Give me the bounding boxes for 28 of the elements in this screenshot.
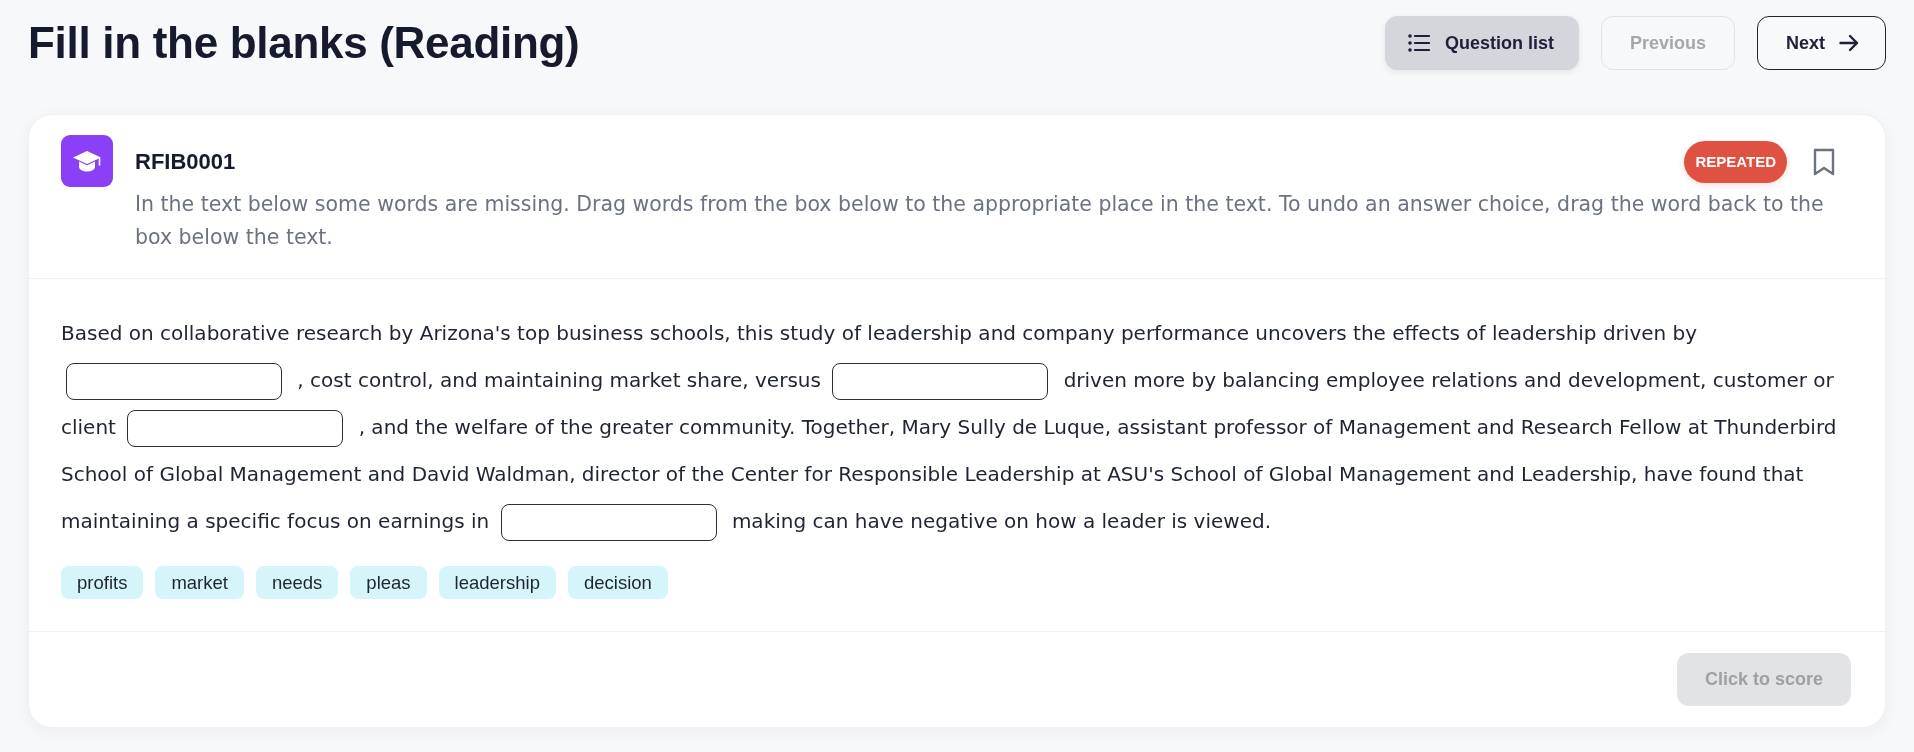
word-chip[interactable]: decision — [567, 566, 668, 599]
list-icon — [1407, 34, 1430, 52]
word-chip[interactable]: needs — [255, 566, 339, 599]
word-chip[interactable]: market — [155, 566, 244, 599]
bookmark-icon[interactable] — [1813, 148, 1835, 176]
blank-field[interactable] — [832, 363, 1049, 400]
passage-text: , and the welfare of the greater community. Together, Mary Sully de Luque, assistant professor of Management and Research Fellow at Thunderbird — [358, 415, 1837, 439]
word-chip[interactable]: pleas — [350, 566, 427, 599]
word-chip[interactable]: leadership — [438, 566, 556, 599]
page-title: Fill in the blanks (Reading) — [28, 17, 580, 69]
passage-text: driven more by balancing employee relations and development, customer or — [1063, 368, 1834, 392]
passage-text: maintaining a specific focus on earnings in — [61, 509, 490, 533]
blank-field[interactable] — [500, 504, 717, 541]
graduation-cap-icon — [61, 135, 113, 187]
question-code: RFIB0001 — [135, 149, 236, 175]
blank-field[interactable] — [127, 410, 344, 447]
blank-field[interactable] — [66, 363, 282, 400]
status-badge: REPEATED — [1684, 141, 1787, 183]
passage-text: School of Global Management and David Waldman, director of the Center for Responsible Leadership at ASU's School of Global Management and Leadership, have found that — [61, 462, 1804, 486]
instructions-text: In the text below some words are missing. Drag words from the box below to the appropriate place in the text. To undo an answer choice, drag the word back to the box below the text. — [135, 191, 1825, 251]
question-list-button[interactable]: Question list — [1384, 16, 1579, 70]
next-button[interactable]: Next — [1757, 16, 1886, 70]
arrow-right-icon — [1839, 34, 1859, 52]
passage-text: Based on collaborative research by Arizona's top business schools, this study of leadership and company performance uncovers the effects of leadership driven by — [61, 321, 1698, 345]
passage-text: making can have negative on how a leader is viewed. — [731, 509, 1271, 533]
word-chip[interactable]: profits — [61, 566, 144, 599]
passage-text: , cost control, and maintaining market share, versus — [297, 368, 821, 392]
passage-text: client — [61, 415, 116, 439]
